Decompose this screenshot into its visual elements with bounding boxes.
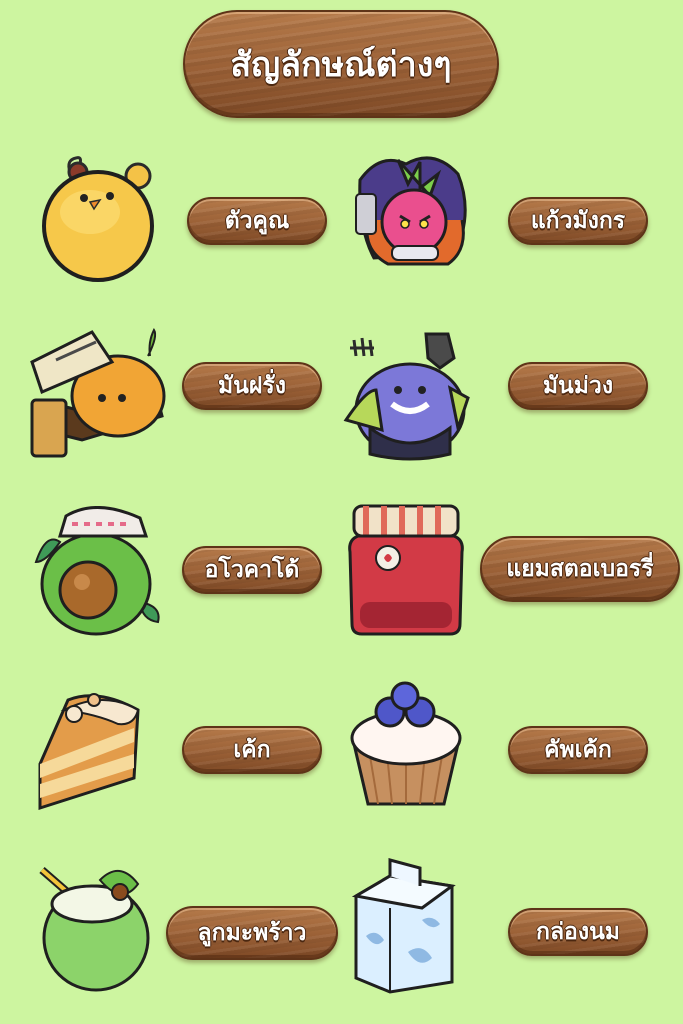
symbol-label-dragon-fruit: แก้วมังกร [508, 197, 648, 245]
coconut-icon[interactable] [38, 858, 156, 992]
symbol-label-milk-carton: กล่องนม [508, 908, 648, 956]
symbol-label-strawberry-jam: แยมสตอเบอรรี่ [480, 536, 680, 602]
avocado-icon[interactable] [32, 506, 162, 638]
page-title: สัญลักษณ์ต่างๆ [183, 10, 499, 118]
cake-slice-icon[interactable] [34, 680, 148, 812]
symbol-label-cupcake: คัพเค้ก [508, 726, 648, 774]
symbol-label-purple-yam: มันม่วง [508, 362, 648, 410]
symbol-label-avocado: อโวคาโด้ [182, 546, 322, 594]
symbol-label-multiplier: ตัวคูณ [187, 197, 327, 245]
strawberry-jam-icon[interactable] [344, 502, 468, 636]
symbol-label-cake: เค้ก [182, 726, 322, 774]
milk-carton-icon[interactable] [352, 856, 458, 994]
dragon-fruit-icon[interactable] [348, 150, 470, 278]
symbol-label-potato: มันฝรั่ง [182, 362, 322, 410]
cupcake-icon[interactable] [346, 680, 466, 810]
potato-icon[interactable] [26, 322, 168, 462]
symbol-label-coconut: ลูกมะพร้าว [166, 906, 338, 960]
purple-yam-icon[interactable] [340, 328, 476, 462]
yellow-chick-icon[interactable] [40, 150, 158, 282]
